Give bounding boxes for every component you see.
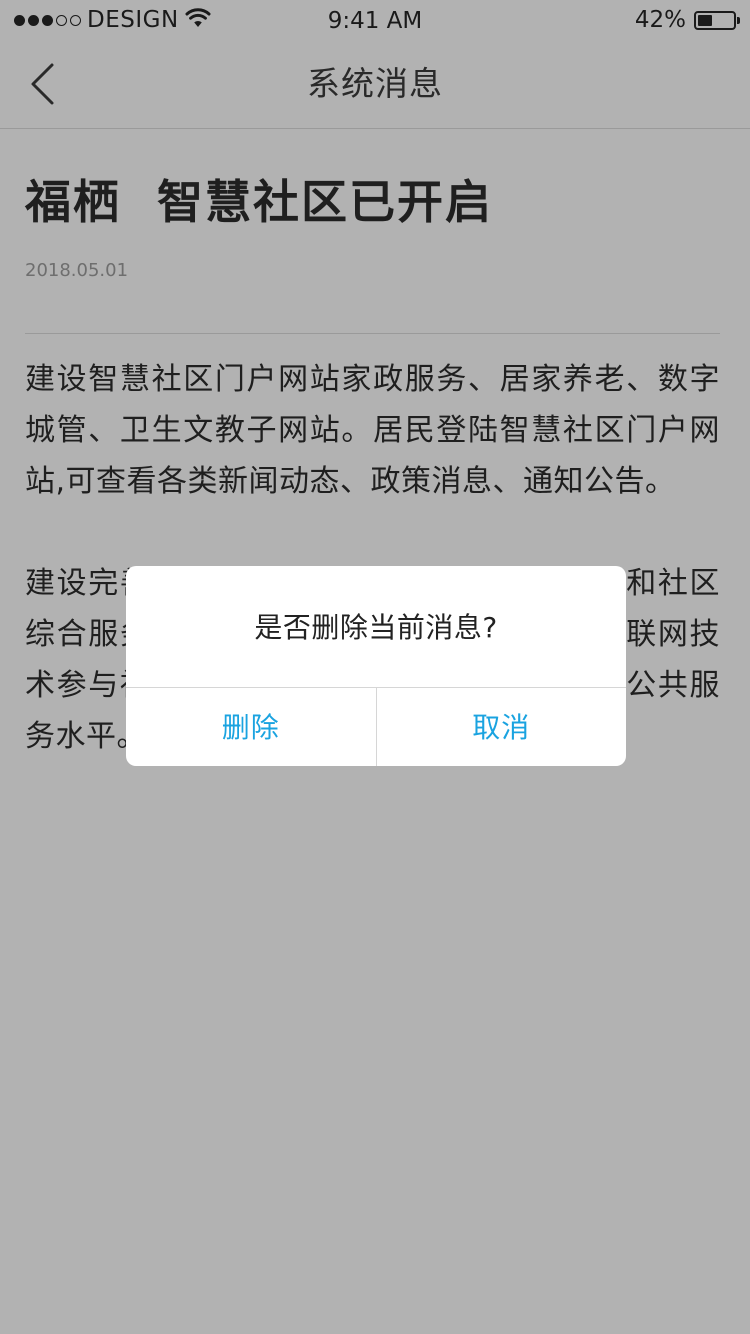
article-paragraph: 建设智慧社区门户网站家政服务、居家养老、数字城管、卫生文教子网站。居民登陆智慧社… bbox=[25, 362, 720, 499]
article-date: 2018.05.01 bbox=[25, 260, 129, 281]
status-bar: DESIGN 9:41 AM 42% bbox=[0, 0, 750, 40]
dialog-actions: 删除 取消 bbox=[126, 688, 626, 766]
delete-button[interactable]: 删除 bbox=[126, 688, 377, 766]
delete-confirm-dialog: 是否删除当前消息? 删除 取消 bbox=[126, 566, 626, 766]
battery-percent: 42% bbox=[634, 7, 686, 33]
article-title: 福栖 智慧社区已开启 bbox=[25, 175, 494, 229]
battery-fill bbox=[698, 14, 713, 26]
status-right: 42% bbox=[634, 0, 740, 40]
battery-cap bbox=[737, 16, 740, 24]
dialog-message: 是否删除当前消息? bbox=[126, 566, 626, 688]
nav-bar: 系统消息 bbox=[0, 40, 750, 129]
page-title: 系统消息 bbox=[307, 64, 443, 103]
divider bbox=[25, 333, 720, 334]
cancel-button[interactable]: 取消 bbox=[377, 688, 627, 766]
battery-icon bbox=[694, 10, 740, 30]
